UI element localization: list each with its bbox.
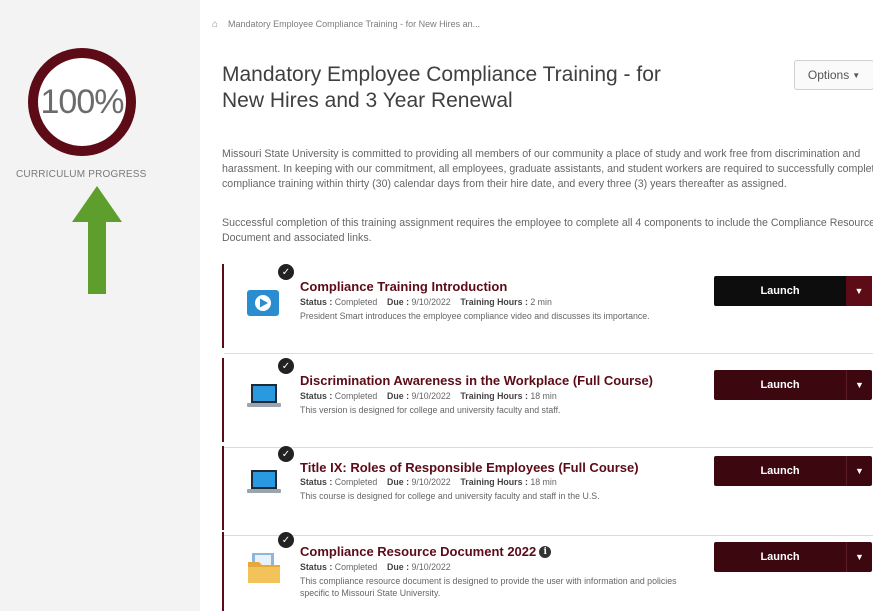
due-value: 9/10/2022 [411,391,451,401]
status-value: Completed [334,477,378,487]
progress-value: 100% [40,82,125,121]
item-title[interactable]: Discrimination Awareness in the Workplac… [300,373,653,388]
completed-check-icon: ✓ [278,532,294,548]
due-label: Due : [387,297,410,307]
hours-value: 2 min [530,297,552,307]
item-title[interactable]: Compliance Training Introduction [300,279,507,294]
completed-check-icon: ✓ [278,264,294,280]
status-value: Completed [334,562,378,572]
completed-check-icon: ✓ [278,358,294,374]
hours-label: Training Hours : [460,477,528,487]
status-value: Completed [334,391,378,401]
completed-check-icon: ✓ [278,446,294,462]
training-item: ✓ Discrimination Awareness in the Workpl… [222,358,873,448]
training-item: ✓ Title IX: Roles of Responsible Employe… [222,446,873,536]
green-up-arrow-icon [72,186,122,294]
item-description: This course is designed for college and … [300,491,600,501]
due-label: Due : [387,477,410,487]
due-value: 9/10/2022 [411,297,451,307]
laptop-icon [247,384,281,407]
item-title[interactable]: Title IX: Roles of Responsible Employees… [300,460,639,475]
page: 100% CURRICULUM PROGRESS ⌂ Mandatory Emp… [0,0,873,611]
options-label: Options [807,68,850,82]
launch-dropdown-icon[interactable]: ▼ [846,456,872,486]
launch-dropdown-icon[interactable]: ▼ [846,276,872,306]
item-description: This version is designed for college and… [300,405,561,415]
due-value: 9/10/2022 [411,477,451,487]
hours-value: 18 min [530,477,557,487]
options-button[interactable]: Options ▼ [794,60,873,90]
item-description: This compliance resource document is des… [300,576,677,598]
item-description: President Smart introduces the employee … [300,311,650,321]
status-label: Status : [300,391,333,401]
description-paragraph-2: Successful completion of this training a… [222,217,873,244]
launch-label[interactable]: Launch [714,456,846,486]
due-label: Due : [387,391,410,401]
launch-label[interactable]: Launch [714,370,846,400]
hours-label: Training Hours : [460,391,528,401]
divider [224,353,873,354]
breadcrumb: ⌂ Mandatory Employee Compliance Training… [200,8,873,40]
item-meta: Status : Completed Due : 9/10/2022 Train… [300,391,557,401]
launch-button[interactable]: Launch ▼ [714,456,872,486]
launch-button[interactable]: Launch ▼ [714,276,872,306]
hours-label: Training Hours : [460,297,528,307]
launch-dropdown-icon[interactable]: ▼ [846,370,872,400]
breadcrumb-current[interactable]: Mandatory Employee Compliance Training -… [228,19,480,29]
training-item: ✓ Compliance Resource Document 2022 i Sta… [222,532,873,611]
status-label: Status : [300,562,333,572]
sidebar: 100% CURRICULUM PROGRESS [0,0,200,611]
laptop-icon [247,470,281,493]
launch-button[interactable]: Launch ▼ [714,370,872,400]
launch-dropdown-icon[interactable]: ▼ [846,542,872,572]
info-icon[interactable]: i [539,546,552,558]
due-value: 9/10/2022 [411,562,451,572]
item-meta: Status : Completed Due : 9/10/2022 Train… [300,477,557,487]
curriculum-progress-ring: 100% [28,48,136,156]
home-icon[interactable]: ⌂ [212,19,218,30]
launch-label[interactable]: Launch [714,276,846,306]
due-label: Due : [387,562,410,572]
caret-down-icon: ▼ [852,70,861,80]
page-title: Mandatory Employee Compliance Training -… [222,63,661,112]
item-meta: Status : Completed Due : 9/10/2022 [300,562,451,572]
folder-document-icon [248,553,280,583]
item-title[interactable]: Compliance Resource Document 2022 i [300,544,552,559]
progress-label: CURRICULUM PROGRESS [16,169,147,180]
launch-button[interactable]: Launch ▼ [714,542,872,572]
status-value: Completed [334,297,378,307]
description-paragraph-1: Missouri State University is committed t… [222,148,873,190]
item-title-text[interactable]: Compliance Resource Document 2022 [300,544,536,559]
main-content: ⌂ Mandatory Employee Compliance Training… [200,0,873,611]
launch-label[interactable]: Launch [714,542,846,572]
status-label: Status : [300,477,333,487]
item-meta: Status : Completed Due : 9/10/2022 Train… [300,297,552,307]
status-label: Status : [300,297,333,307]
training-item: ✓ Compliance Training Introduction Statu… [222,264,873,354]
hours-value: 18 min [530,391,557,401]
video-play-icon [247,290,279,316]
